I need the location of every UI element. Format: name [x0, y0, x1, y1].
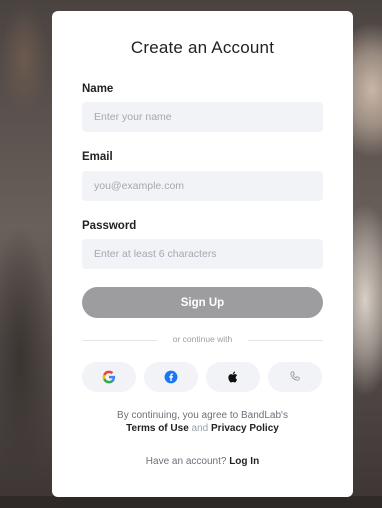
- legal-prefix: By continuing, you agree to BandLab's: [117, 410, 288, 421]
- signup-card: Create an Account Name Email Password Si…: [52, 11, 353, 497]
- apple-login-button[interactable]: [206, 362, 260, 392]
- divider-line-right: [248, 340, 323, 341]
- signup-button[interactable]: Sign Up: [82, 287, 323, 318]
- email-input[interactable]: [82, 171, 323, 201]
- phone-icon: [290, 371, 300, 381]
- google-login-button[interactable]: [82, 362, 136, 392]
- legal-notice: By continuing, you agree to BandLab's Te…: [72, 409, 333, 435]
- legal-and: and: [191, 423, 209, 434]
- login-prompt-text: Have an account?: [145, 456, 227, 467]
- continue-divider: or continue with: [82, 334, 323, 346]
- divider-text: or continue with: [172, 334, 233, 344]
- terms-of-use-link[interactable]: Terms of Use: [126, 423, 189, 434]
- name-label: Name: [82, 83, 114, 95]
- google-icon: [102, 370, 116, 384]
- page-title: Create an Account: [130, 38, 275, 57]
- background-photo-bottom: [0, 496, 382, 508]
- login-link[interactable]: Log In: [229, 456, 259, 467]
- facebook-icon: [164, 370, 178, 384]
- password-label: Password: [82, 220, 137, 232]
- password-input[interactable]: [82, 239, 323, 269]
- email-label: Email: [82, 151, 113, 163]
- apple-icon: [227, 371, 237, 383]
- facebook-login-button[interactable]: [144, 362, 198, 392]
- login-prompt: Have an account? Log In: [52, 456, 353, 467]
- name-input[interactable]: [82, 102, 323, 132]
- privacy-policy-link[interactable]: Privacy Policy: [211, 423, 279, 434]
- phone-login-button[interactable]: [268, 362, 322, 392]
